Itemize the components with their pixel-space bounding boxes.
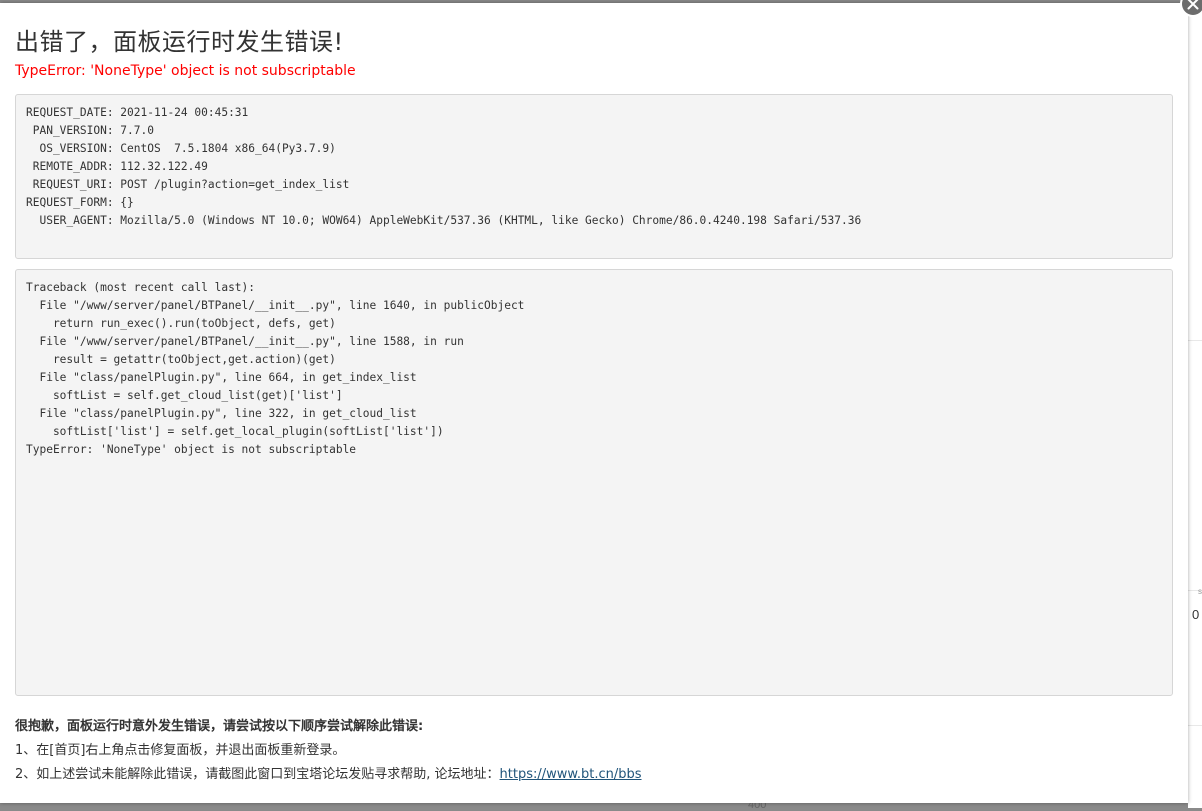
request-line: REQUEST_URI: POST /plugin?action=get_ind… bbox=[26, 178, 350, 191]
request-info-box: REQUEST_DATE: 2021-11-24 00:45:31 PAN_VE… bbox=[15, 94, 1173, 259]
help-step-2-text: 2、如上述尝试未能解除此错误，请截图此窗口到宝塔论坛发贴寻求帮助, 论坛地址： bbox=[15, 767, 500, 782]
request-line: OS_VERSION: CentOS 7.5.1804 x86_64(Py3.7… bbox=[26, 142, 336, 155]
background-divider bbox=[1188, 725, 1202, 726]
traceback-line: File "class/panelPlugin.py", line 322, i… bbox=[26, 407, 417, 420]
background-divider bbox=[1188, 340, 1202, 341]
close-icon bbox=[1187, 0, 1199, 10]
request-line: USER_AGENT: Mozilla/5.0 (Windows NT 10.0… bbox=[26, 214, 862, 227]
traceback-box: Traceback (most recent call last): File … bbox=[15, 269, 1173, 696]
dialog-title: 出错了，面板运行时发生错误! bbox=[15, 28, 344, 56]
traceback-line: TypeError: 'NoneType' object is not subs… bbox=[26, 443, 357, 456]
request-line: REMOTE_ADDR: 112.32.122.49 bbox=[26, 160, 208, 173]
help-heading: 很抱歉，面板运行时意外发生错误，请尝试按以下顺序尝试解除此错误: bbox=[15, 719, 424, 734]
background-page bbox=[1188, 0, 1202, 808]
help-step-2: 2、如上述尝试未能解除此错误，请截图此窗口到宝塔论坛发贴寻求帮助, 论坛地址：h… bbox=[15, 763, 642, 787]
error-dialog: 出错了，面板运行时发生错误! TypeError: 'NoneType' obj… bbox=[0, 0, 1202, 803]
traceback-line: File "/www/server/panel/BTPanel/__init__… bbox=[26, 299, 525, 312]
request-line: REQUEST_FORM: {} bbox=[26, 196, 134, 209]
help-step-1: 1、在[首页]右上角点击修复面板，并退出面板重新登录。 bbox=[15, 743, 346, 758]
request-line: REQUEST_DATE: 2021-11-24 00:45:31 bbox=[26, 106, 249, 119]
close-button[interactable] bbox=[1180, 0, 1202, 17]
traceback-line: return run_exec().run(toObject, defs, ge… bbox=[26, 317, 336, 330]
traceback-line: softList = self.get_cloud_list(get)['lis… bbox=[26, 389, 343, 402]
background-text: s bbox=[1198, 587, 1202, 596]
traceback-line: softList['list'] = self.get_local_plugin… bbox=[26, 425, 444, 438]
traceback-line: Traceback (most recent call last): bbox=[26, 281, 256, 294]
forum-link[interactable]: https://www.bt.cn/bbs bbox=[500, 767, 642, 782]
error-message: TypeError: 'NoneType' object is not subs… bbox=[15, 63, 356, 79]
traceback-line: File "class/panelPlugin.py", line 664, i… bbox=[26, 371, 417, 384]
background-text: 0 bbox=[1192, 607, 1200, 622]
request-line: PAN_VERSION: 7.7.0 bbox=[26, 124, 154, 137]
traceback-line: File "/www/server/panel/BTPanel/__init__… bbox=[26, 335, 464, 348]
traceback-line: result = getattr(toObject,get.action)(ge… bbox=[26, 353, 336, 366]
help-section: 很抱歉，面板运行时意外发生错误，请尝试按以下顺序尝试解除此错误: 1、在[首页]… bbox=[15, 715, 642, 787]
